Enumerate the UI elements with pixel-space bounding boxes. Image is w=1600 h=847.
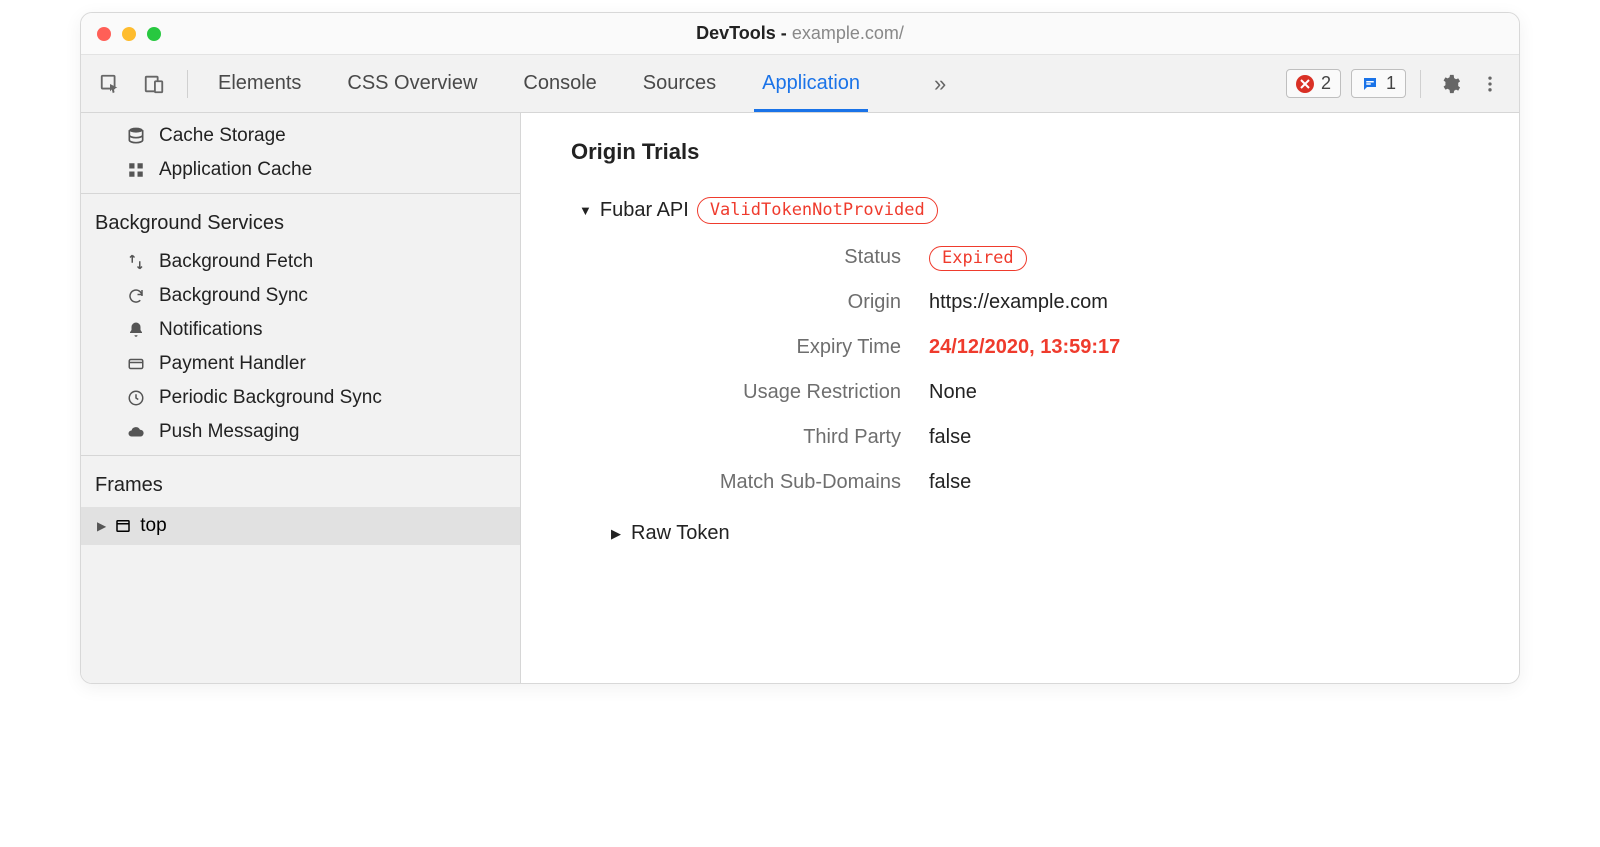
sidebar-group-cache: Cache Storage Application Cache: [81, 113, 520, 193]
sidebar-item-notifications[interactable]: Notifications: [81, 313, 520, 347]
label-match-subdomains: Match Sub-Domains: [591, 471, 901, 494]
raw-token-label: Raw Token: [631, 522, 730, 545]
divider: [1420, 70, 1421, 98]
label-third-party: Third Party: [591, 426, 901, 449]
tab-css-overview[interactable]: CSS Overview: [345, 56, 479, 111]
sidebar-item-push-messaging[interactable]: Push Messaging: [81, 415, 520, 449]
sidebar-item-periodic-background-sync[interactable]: Periodic Background Sync: [81, 381, 520, 415]
main-pane: Origin Trials ▼ Fubar API ValidTokenNotP…: [521, 113, 1519, 683]
inspect-element-icon[interactable]: [95, 69, 125, 99]
sidebar-item-cache-storage[interactable]: Cache Storage: [81, 119, 520, 153]
cloud-icon: [125, 421, 147, 443]
label-status: Status: [591, 246, 901, 269]
minimize-window-button[interactable]: [122, 27, 136, 41]
value-expiry: 24/12/2020, 13:59:17: [929, 336, 1469, 359]
database-icon: [125, 125, 147, 147]
title-host: example.com/: [792, 23, 904, 43]
fetch-icon: [125, 251, 147, 273]
tabs-overflow-icon[interactable]: »: [934, 71, 946, 97]
sidebar-item-label: Periodic Background Sync: [159, 387, 382, 409]
sidebar-item-frame-top[interactable]: ▶ top: [81, 507, 520, 545]
tab-elements[interactable]: Elements: [216, 56, 303, 111]
clock-icon: [125, 387, 147, 409]
title-prefix: DevTools -: [696, 23, 792, 43]
card-icon: [125, 353, 147, 375]
sidebar-item-label: Background Fetch: [159, 251, 313, 273]
messages-counter[interactable]: 1: [1351, 69, 1406, 98]
sidebar-item-label: Application Cache: [159, 159, 312, 181]
value-origin: https://example.com: [929, 291, 1469, 314]
label-origin: Origin: [591, 291, 901, 314]
value-usage-restriction: None: [929, 381, 1469, 404]
sidebar-group-frames: Frames ▶ top: [81, 455, 520, 683]
value-third-party: false: [929, 426, 1469, 449]
panel-body: Cache Storage Application Cache Backgrou…: [81, 113, 1519, 683]
messages-count: 1: [1386, 73, 1396, 94]
settings-icon[interactable]: [1435, 73, 1465, 95]
section-heading: Origin Trials: [571, 139, 1469, 165]
sidebar-group-background-services: Background Services Background Fetch Bac…: [81, 193, 520, 455]
sidebar-item-label: Payment Handler: [159, 353, 306, 375]
disclosure-triangle-icon: ▼: [579, 203, 592, 218]
trial-token-badge: ValidTokenNotProvided: [697, 197, 938, 224]
sync-icon: [125, 285, 147, 307]
raw-token-row[interactable]: ▶ Raw Token: [611, 522, 1469, 545]
window-title: DevTools - example.com/: [81, 23, 1519, 44]
tab-console[interactable]: Console: [521, 56, 598, 111]
group-header-frames: Frames: [81, 462, 520, 507]
sidebar-item-label: Cache Storage: [159, 125, 286, 147]
kebab-menu-icon[interactable]: [1475, 74, 1505, 94]
origin-trial-row[interactable]: ▼ Fubar API ValidTokenNotProvided: [579, 197, 1469, 224]
group-header-background-services: Background Services: [81, 200, 520, 245]
device-toolbar-icon[interactable]: [139, 69, 169, 99]
label-expiry: Expiry Time: [591, 336, 901, 359]
divider: [187, 70, 188, 98]
trial-name: Fubar API: [600, 199, 689, 222]
bell-icon: [125, 319, 147, 341]
tabbar-right: 2 1: [1286, 69, 1505, 98]
sidebar-item-background-sync[interactable]: Background Sync: [81, 279, 520, 313]
sidebar-item-payment-handler[interactable]: Payment Handler: [81, 347, 520, 381]
status-badge: Expired: [929, 246, 1027, 271]
message-icon: [1361, 75, 1379, 93]
grid-icon: [125, 159, 147, 181]
tabbar: Elements CSS Overview Console Sources Ap…: [81, 55, 1519, 113]
value-status: Expired: [929, 246, 1469, 269]
main-tabs: Elements CSS Overview Console Sources Ap…: [216, 56, 946, 111]
errors-count: 2: [1321, 73, 1331, 94]
sidebar-item-label: top: [140, 515, 166, 537]
frame-icon: [114, 517, 132, 535]
label-usage-restriction: Usage Restriction: [591, 381, 901, 404]
error-icon: [1296, 75, 1314, 93]
tab-sources[interactable]: Sources: [641, 56, 718, 111]
devtools-window: DevTools - example.com/ Elements CSS Ove…: [80, 12, 1520, 684]
sidebar-item-label: Background Sync: [159, 285, 308, 307]
zoom-window-button[interactable]: [147, 27, 161, 41]
sidebar-item-background-fetch[interactable]: Background Fetch: [81, 245, 520, 279]
sidebar-item-label: Notifications: [159, 319, 263, 341]
tab-application[interactable]: Application: [760, 56, 862, 111]
application-sidebar: Cache Storage Application Cache Backgrou…: [81, 113, 521, 683]
trial-details: Status Expired Origin https://example.co…: [591, 246, 1469, 494]
expand-icon: ▶: [97, 519, 106, 533]
errors-counter[interactable]: 2: [1286, 69, 1341, 98]
sidebar-item-label: Push Messaging: [159, 421, 299, 443]
titlebar: DevTools - example.com/: [81, 13, 1519, 55]
sidebar-item-application-cache[interactable]: Application Cache: [81, 153, 520, 187]
traffic-lights: [97, 27, 161, 41]
value-match-subdomains: false: [929, 471, 1469, 494]
close-window-button[interactable]: [97, 27, 111, 41]
disclosure-triangle-icon: ▶: [611, 526, 621, 542]
